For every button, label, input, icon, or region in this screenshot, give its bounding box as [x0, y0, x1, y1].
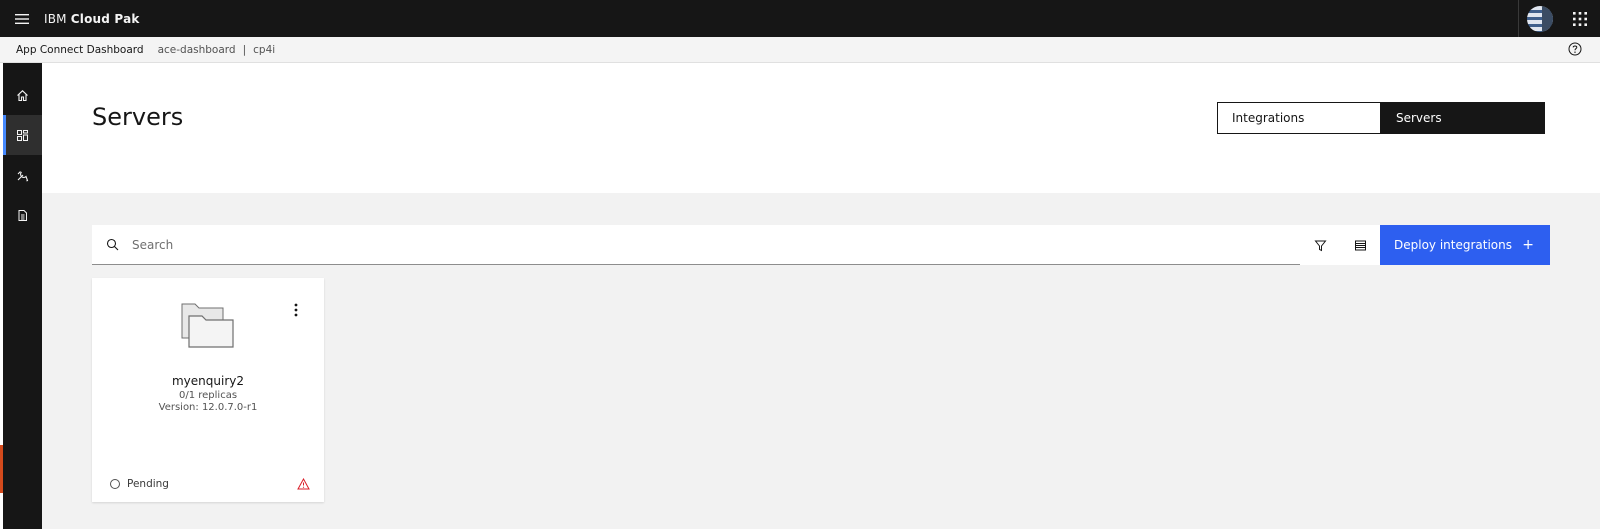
toolbar: Deploy integrations + — [92, 225, 1550, 265]
separator: | — [242, 43, 247, 56]
brand-prefix: IBM — [44, 11, 67, 26]
server-tile[interactable]: myenquiry2 0/1 replicas Version: 12.0.7.… — [92, 278, 324, 502]
toggle-integrations[interactable]: Integrations — [1217, 102, 1381, 134]
deploy-label: Deploy integrations — [1394, 238, 1513, 252]
app-switcher-button[interactable] — [1560, 0, 1600, 37]
help-icon — [1568, 42, 1582, 56]
deploy-integrations-button[interactable]: Deploy integrations + — [1380, 225, 1550, 265]
search-bar — [92, 225, 1300, 265]
filter-icon — [1313, 240, 1327, 251]
dashboard-icon — [17, 129, 28, 141]
nav-documentation[interactable] — [3, 195, 42, 235]
app-name[interactable]: App Connect Dashboard — [16, 44, 144, 56]
tools-icon — [17, 170, 29, 181]
overflow-menu-button[interactable] — [290, 300, 302, 320]
overflow-menu-icon — [294, 303, 298, 317]
brand-name[interactable]: IBM Cloud Pak — [44, 12, 140, 26]
instance-name: ace-dashboard — [157, 43, 236, 56]
namespace-name: cp4i — [253, 43, 276, 56]
user-menu-button[interactable] — [1518, 0, 1560, 37]
filter-button[interactable] — [1300, 225, 1340, 265]
page-title: Servers — [92, 103, 184, 131]
toggle-servers[interactable]: Servers — [1381, 102, 1545, 134]
feedback-tab[interactable] — [0, 445, 3, 493]
brand-product: Cloud Pak — [70, 11, 140, 26]
context-bar: App Connect Dashboard ace-dashboard | cp… — [0, 37, 1600, 63]
home-icon — [17, 89, 28, 101]
search-icon — [92, 238, 132, 251]
top-header: IBM Cloud Pak — [0, 0, 1600, 37]
view-toggle: Integrations Servers — [1217, 102, 1545, 134]
pending-status-icon — [110, 479, 120, 489]
server-name: myenquiry2 — [171, 374, 244, 388]
nav-tools[interactable] — [3, 155, 42, 195]
status-indicator: Pending — [110, 478, 169, 490]
hamburger-icon — [15, 13, 29, 24]
hamburger-menu-button[interactable] — [0, 0, 44, 37]
server-version: Version: 12.0.7.0-r1 — [158, 402, 258, 413]
page-header: Servers Integrations Servers — [42, 63, 1600, 193]
document-icon — [18, 209, 27, 221]
user-avatar — [1526, 5, 1553, 32]
folder-icon — [181, 303, 234, 348]
list-view-icon — [1354, 240, 1366, 250]
status-label: Pending — [127, 478, 169, 490]
warning-icon — [297, 478, 310, 490]
server-replicas: 0/1 replicas — [178, 390, 238, 401]
list-view-button[interactable] — [1340, 225, 1380, 265]
plus-icon: + — [1522, 237, 1534, 253]
help-button[interactable] — [1568, 42, 1584, 58]
side-nav — [0, 63, 42, 529]
nav-home[interactable] — [3, 75, 42, 115]
nav-dashboard[interactable] — [3, 115, 42, 155]
search-input[interactable] — [132, 237, 1232, 252]
app-switcher-icon — [1573, 11, 1587, 26]
